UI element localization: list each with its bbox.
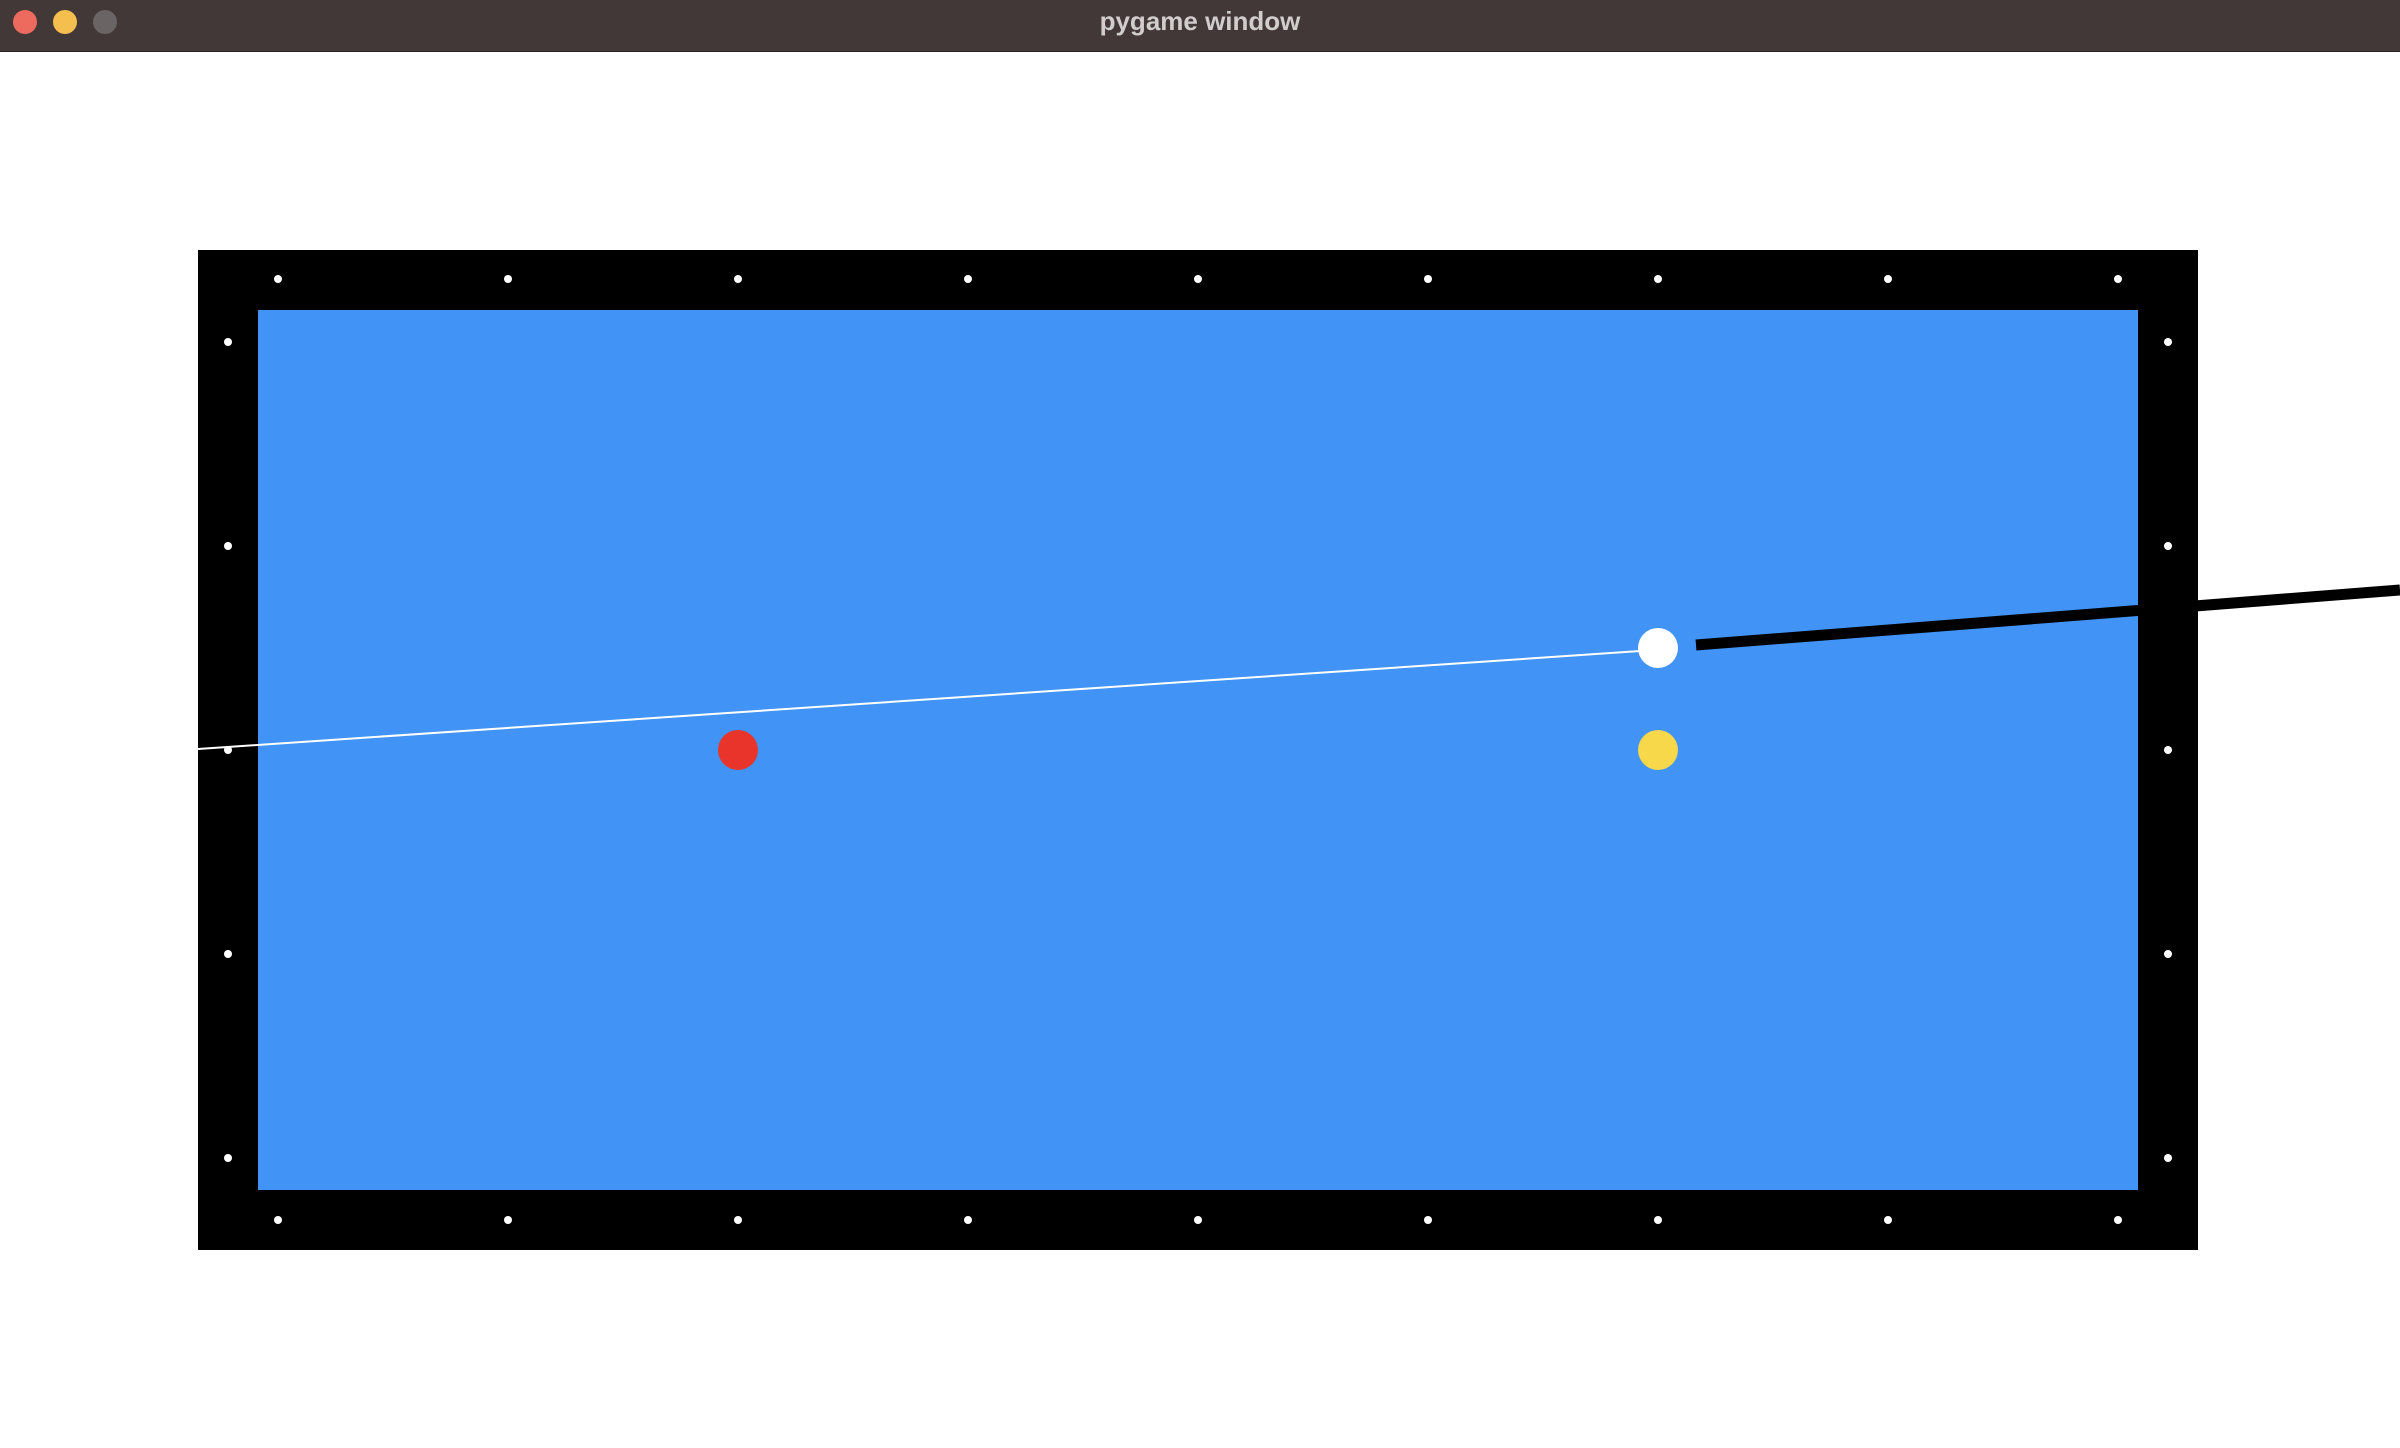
diamond-marker	[2164, 746, 2172, 754]
diamond-marker	[1654, 275, 1662, 283]
diamond-marker	[2164, 950, 2172, 958]
diamond-marker	[504, 1216, 512, 1224]
diamond-marker	[2114, 1216, 2122, 1224]
diamond-marker	[2164, 542, 2172, 550]
diamond-marker	[224, 1154, 232, 1162]
diamond-marker	[224, 338, 232, 346]
diamond-marker	[1424, 1216, 1432, 1224]
diamond-marker	[734, 1216, 742, 1224]
table-cloth[interactable]	[258, 310, 2138, 1190]
red-ball[interactable]	[718, 730, 758, 770]
diamond-marker	[1194, 1216, 1202, 1224]
diamond-marker	[964, 275, 972, 283]
diamond-marker	[734, 275, 742, 283]
diamond-marker	[1424, 275, 1432, 283]
diamond-marker	[1884, 1216, 1892, 1224]
diamond-marker	[2164, 1154, 2172, 1162]
diamond-marker	[224, 950, 232, 958]
diamond-marker	[274, 275, 282, 283]
diamond-marker	[964, 1216, 972, 1224]
diamond-marker	[2164, 338, 2172, 346]
diamond-marker	[2114, 275, 2122, 283]
diamond-marker	[1194, 275, 1202, 283]
cue-ball[interactable]	[1638, 628, 1678, 668]
diamond-marker	[274, 1216, 282, 1224]
pygame-window: pygame window	[0, 0, 2400, 1448]
yellow-ball[interactable]	[1638, 730, 1678, 770]
diamond-marker	[1884, 275, 1892, 283]
billiards-scene[interactable]	[0, 0, 2400, 1448]
diamond-marker	[224, 542, 232, 550]
diamond-marker	[504, 275, 512, 283]
diamond-marker	[1654, 1216, 1662, 1224]
